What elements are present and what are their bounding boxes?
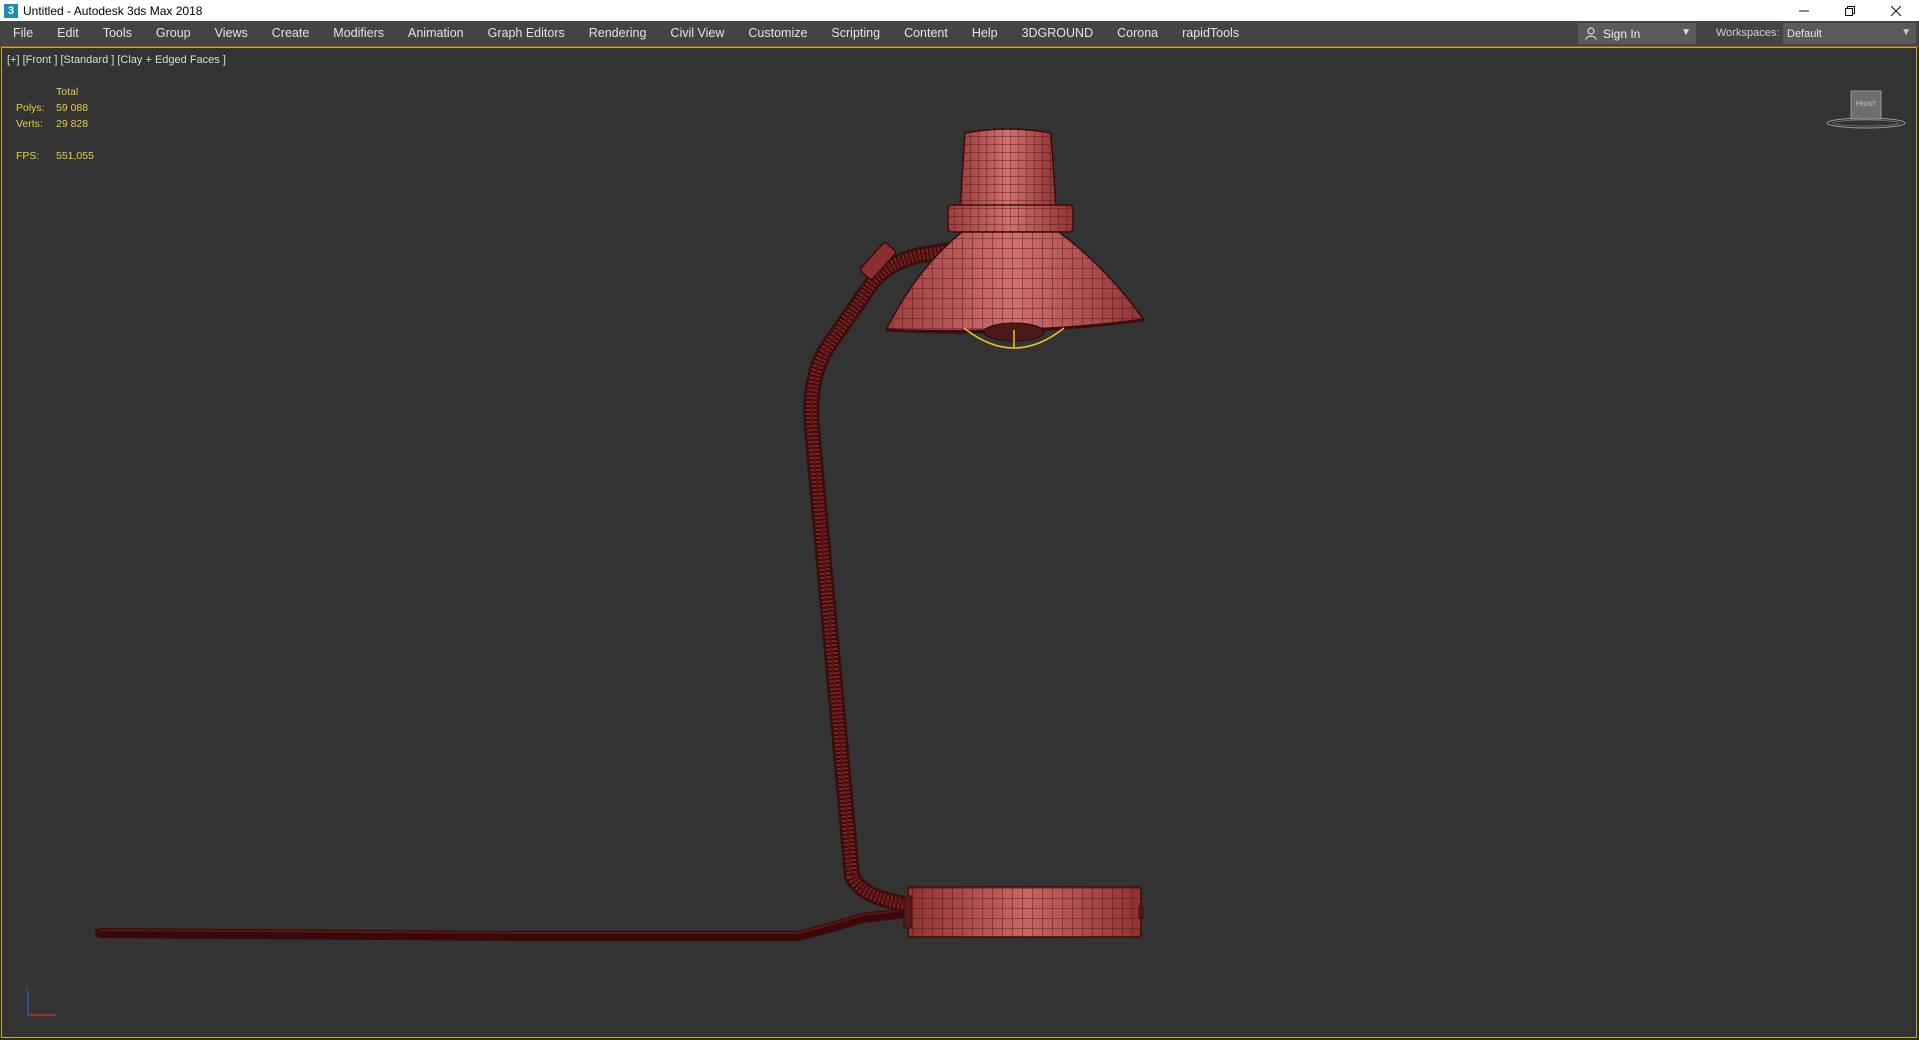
menu-rapidtools[interactable]: rapidTools [1170,21,1251,46]
menu-3dground[interactable]: 3DGROUND [1010,21,1106,46]
menu-edit[interactable]: Edit [45,21,91,46]
menu-create[interactable]: Create [260,21,322,46]
menu-animation[interactable]: Animation [396,21,476,46]
close-button[interactable] [1873,0,1919,21]
minimize-button[interactable] [1781,0,1827,21]
menu-corona[interactable]: Corona [1105,21,1170,46]
restore-icon [1845,5,1855,16]
sign-in-dropdown[interactable]: Sign In ▼ [1578,23,1696,44]
menu-civil-view[interactable]: Civil View [658,21,736,46]
menu-help[interactable]: Help [960,21,1010,46]
menu-group[interactable]: Group [144,21,203,46]
chevron-down-icon: ▼ [1901,27,1911,38]
menu-bar: File Edit Tools Group Views Create Modif… [0,21,1919,47]
menu-views[interactable]: Views [203,21,260,46]
title-bar: 3 Untitled - Autodesk 3ds Max 2018 [0,0,1919,21]
menu-graph-editors[interactable]: Graph Editors [476,21,577,46]
chevron-down-icon: ▼ [1681,27,1691,38]
3dsmax-app-icon[interactable]: 3 [4,3,18,18]
workspaces-label: Workspaces: [1716,27,1780,39]
svg-text:z: z [25,986,28,992]
desk-lamp-model[interactable] [2,48,1916,1037]
menu-content[interactable]: Content [892,21,960,46]
window-controls [1781,0,1919,21]
menu-customize[interactable]: Customize [736,21,819,46]
menu-file[interactable]: File [0,21,45,46]
menu-modifiers[interactable]: Modifiers [321,21,396,46]
axis-tripod-icon: z [25,986,56,1016]
front-viewport[interactable]: [+] [Front ] [Standard ] [Clay + Edged F… [1,47,1917,1038]
minimize-icon [1799,10,1809,11]
user-icon [1585,27,1597,40]
menu-tools[interactable]: Tools [91,21,144,46]
menu-scripting[interactable]: Scripting [819,21,892,46]
sign-in-label: Sign In [1603,26,1641,41]
close-icon [1891,5,1901,16]
restore-button[interactable] [1827,0,1873,21]
workspaces-value: Default [1787,27,1822,40]
window-title: Untitled - Autodesk 3ds Max 2018 [23,3,203,18]
workspaces-select[interactable]: Default ▼ [1783,23,1916,44]
menu-rendering[interactable]: Rendering [577,21,659,46]
